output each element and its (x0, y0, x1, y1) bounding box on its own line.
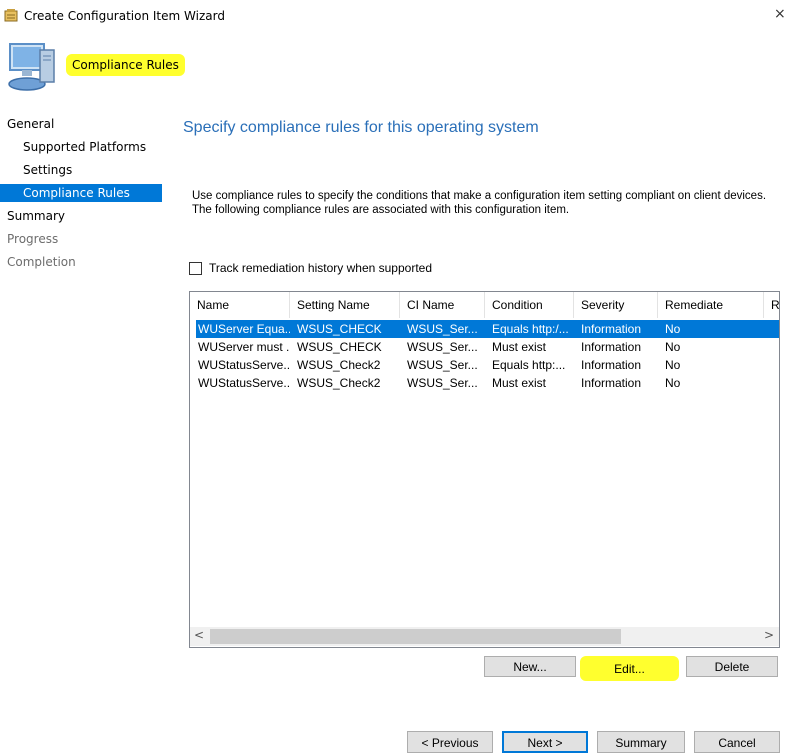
cell-name: WUServer must ... (198, 340, 290, 354)
edit-rule-button[interactable]: Edit... (580, 656, 679, 681)
cell-ci-name: WSUS_Ser... (407, 340, 478, 354)
horizontal-scrollbar[interactable]: < > (190, 627, 779, 646)
cell-name: WUStatusServe... (198, 358, 290, 372)
new-rule-button[interactable]: New... (484, 656, 576, 677)
scroll-right-icon[interactable]: > (764, 628, 774, 642)
close-icon[interactable]: × (774, 6, 786, 22)
nav-step-summary[interactable]: Summary (0, 207, 162, 225)
cell-severity: Information (581, 322, 642, 336)
computer-icon (8, 43, 55, 91)
table-header: Name Setting Name CI Name Condition Seve… (190, 292, 779, 318)
cell-condition: Must exist (492, 376, 547, 390)
column-header-name[interactable]: Name (190, 292, 290, 318)
cell-name: WUStatusServe... (198, 376, 290, 390)
nav-step-compliance-rules[interactable]: Compliance Rules (0, 184, 162, 202)
column-header-setting-name[interactable]: Setting Name (290, 292, 400, 318)
page-heading: Specify compliance rules for this operat… (183, 119, 539, 136)
table-row[interactable]: WUServer Equa... WSUS_CHECK WSUS_Ser... … (196, 320, 779, 338)
page-title: Compliance Rules (66, 54, 185, 76)
nav-step-completion: Completion (7, 255, 76, 269)
column-header-condition[interactable]: Condition (485, 292, 574, 318)
column-header-severity[interactable]: Severity (574, 292, 658, 318)
nav-step-progress: Progress (7, 232, 59, 246)
cell-condition: Equals http:... (492, 358, 566, 372)
cell-setting-name: WSUS_Check2 (297, 376, 381, 390)
next-button[interactable]: Next > (502, 731, 588, 753)
track-remediation-checkbox[interactable] (189, 262, 202, 275)
column-header-ci-name[interactable]: CI Name (400, 292, 485, 318)
compliance-rules-table: Name Setting Name CI Name Condition Seve… (189, 291, 780, 648)
cell-severity: Information (581, 358, 642, 372)
cell-condition: Must exist (492, 340, 547, 354)
cancel-button[interactable]: Cancel (694, 731, 780, 753)
column-header-r[interactable]: R (764, 292, 779, 318)
table-row[interactable]: WUStatusServe... WSUS_Check2 WSUS_Ser...… (196, 374, 779, 392)
wizard-app-icon (4, 9, 18, 22)
scroll-left-icon[interactable]: < (194, 628, 204, 642)
nav-step-supported-platforms[interactable]: Supported Platforms (0, 138, 162, 156)
nav-step-general[interactable]: General (0, 115, 162, 133)
summary-button[interactable]: Summary (597, 731, 685, 753)
cell-condition: Equals http:/... (492, 322, 569, 336)
nav-step-settings[interactable]: Settings (0, 161, 162, 179)
cell-name: WUServer Equa... (198, 322, 290, 336)
footer-divider (163, 710, 786, 711)
cell-ci-name: WSUS_Ser... (407, 358, 478, 372)
cell-severity: Information (581, 376, 642, 390)
main-content: Specify compliance rules for this operat… (163, 100, 786, 710)
table-row[interactable]: WUServer must ... WSUS_CHECK WSUS_Ser...… (196, 338, 779, 356)
track-remediation-label: Track remediation history when supported (209, 261, 432, 275)
cell-ci-name: WSUS_Ser... (407, 322, 478, 336)
column-header-remediate[interactable]: Remediate (658, 292, 764, 318)
previous-button[interactable]: < Previous (407, 731, 493, 753)
cell-setting-name: WSUS_Check2 (297, 358, 381, 372)
table-row[interactable]: WUStatusServe... WSUS_Check2 WSUS_Ser...… (196, 356, 779, 374)
cell-severity: Information (581, 340, 642, 354)
cell-remediate: No (665, 322, 681, 336)
window-title: Create Configuration Item Wizard (24, 9, 225, 23)
delete-rule-button[interactable]: Delete (686, 656, 778, 677)
scrollbar-thumb[interactable] (210, 629, 621, 644)
cell-remediate: No (665, 358, 681, 372)
page-description: Use compliance rules to specify the cond… (192, 190, 767, 216)
cell-setting-name: WSUS_CHECK (297, 322, 382, 336)
cell-remediate: No (665, 340, 681, 354)
cell-setting-name: WSUS_CHECK (297, 340, 382, 354)
title-bar: Create Configuration Item Wizard × (0, 0, 786, 32)
cell-remediate: No (665, 376, 681, 390)
wizard-steps-nav: General Supported Platforms Settings Com… (0, 100, 162, 755)
cell-ci-name: WSUS_Ser... (407, 376, 478, 390)
header-banner: Compliance Rules (0, 32, 786, 100)
